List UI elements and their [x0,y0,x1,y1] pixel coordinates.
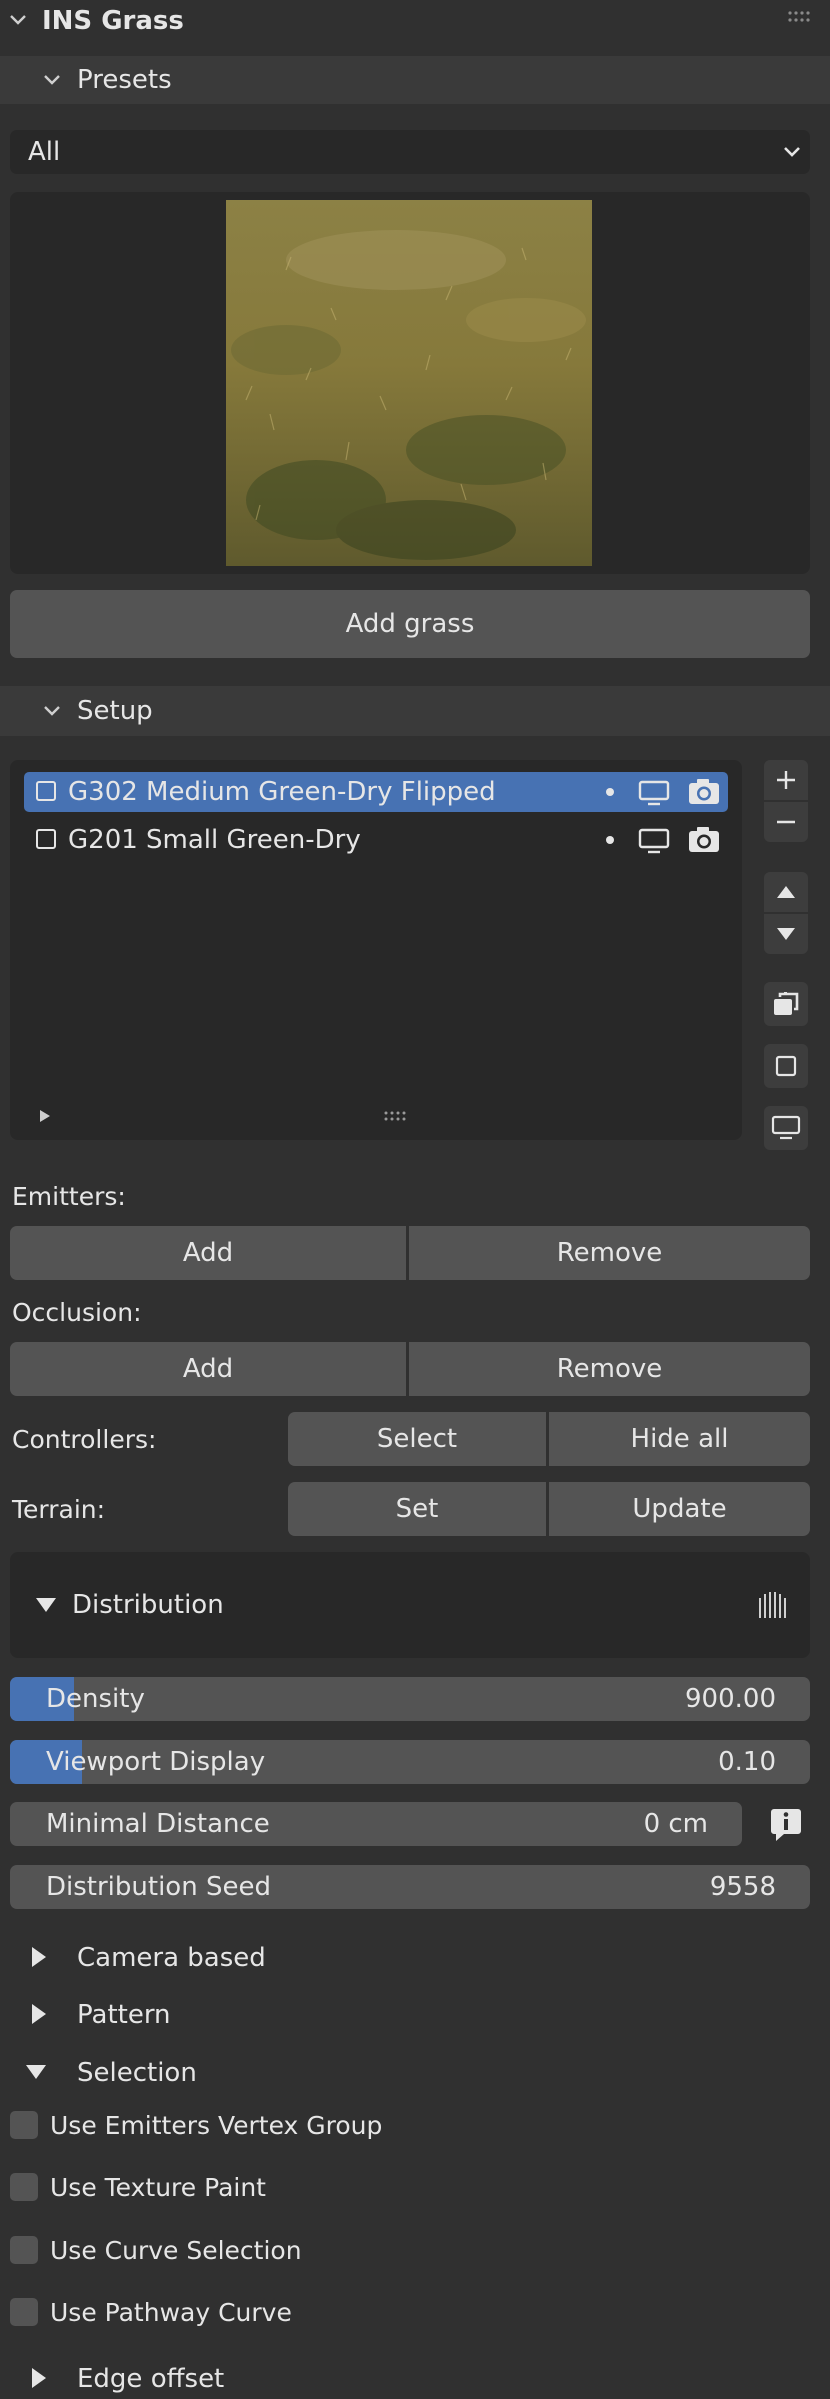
particles-icon [759,1592,786,1618]
move-up-button[interactable] [764,872,808,912]
controllers-select-button[interactable]: Select [288,1412,546,1466]
add-grass-button[interactable]: Add grass [10,590,810,658]
viewport-display-value: 0.10 [718,1747,776,1777]
collapse-triangle-icon [36,1598,56,1612]
list-side-toolbar [764,760,810,1160]
setup-title: Setup [77,696,153,726]
preset-filter-dropdown[interactable]: All [10,130,810,174]
expand-triangle-icon [32,2004,46,2024]
duplicate-button[interactable] [764,982,808,1026]
collapse-triangle-icon [26,2065,46,2079]
list-item-label: G302 Medium Green-Dry Flipped [68,777,496,807]
camera-based-subpanel-header[interactable]: Camera based [0,1935,830,1979]
info-icon[interactable] [770,1808,802,1842]
minimal-distance-field[interactable]: Minimal Distance 0 cm [10,1802,742,1846]
list-item[interactable]: G201 Small Green-Dry [24,820,728,860]
preset-preview-panel [10,192,810,574]
edge-offset-title: Edge offset [77,2364,225,2394]
checkbox[interactable] [10,2298,38,2326]
chevron-down-icon [10,15,26,25]
option-label: Use Curve Selection [50,2235,302,2265]
monitor-icon[interactable] [638,780,670,806]
emitters-remove-button[interactable]: Remove [409,1226,810,1280]
duplicate-icon [774,992,799,1015]
density-value: 900.00 [685,1684,776,1714]
list-item[interactable]: G302 Medium Green-Dry Flipped [24,772,728,812]
terrain-update-button[interactable]: Update [549,1482,810,1536]
add-item-button[interactable] [764,760,808,800]
viewport-display-label: Viewport Display [46,1747,266,1777]
monitor-icon[interactable] [638,828,670,854]
camera-icon[interactable] [688,778,720,806]
preset-filter-value: All [28,137,61,167]
occlusion-label: Occlusion: [12,1298,142,1327]
controllers-hide-all-button[interactable]: Hide all [549,1412,810,1466]
distribution-seed-label: Distribution Seed [46,1872,271,1902]
plus-icon [777,771,795,789]
arrow-up-icon [777,886,795,898]
terrain-set-button[interactable]: Set [288,1482,546,1536]
checkbox[interactable] [10,2236,38,2264]
list-item-label: G201 Small Green-Dry [68,825,361,855]
panel-header[interactable]: INS Grass [0,0,830,42]
viewport-display-slider[interactable]: Viewport Display 0.10 [10,1740,810,1784]
remove-item-button[interactable] [764,802,808,842]
density-slider[interactable]: Density 900.00 [10,1677,810,1721]
chevron-down-icon [44,75,60,85]
drag-handle-icon[interactable] [787,10,813,24]
use-pathway-curve-checkbox[interactable]: Use Pathway Curve [10,2295,610,2329]
option-label: Use Emitters Vertex Group [50,2110,383,2140]
expand-triangle-icon [32,2368,46,2388]
checkbox[interactable] [36,829,56,849]
grass-preview-image[interactable] [226,200,592,566]
grass-list: G302 Medium Green-Dry Flipped G201 Small… [10,760,742,1140]
camera-based-title: Camera based [77,1943,266,1973]
checkbox[interactable] [10,2173,38,2201]
option-label: Use Pathway Curve [50,2297,292,2327]
use-emitters-vertex-group-checkbox[interactable]: Use Emitters Vertex Group [10,2108,610,2142]
setup-header[interactable]: Setup [0,686,830,736]
expand-triangle-icon [32,1947,46,1967]
panel-title: INS Grass [42,6,184,36]
arrow-down-icon [777,928,795,940]
distribution-header[interactable]: Distribution [10,1552,810,1658]
dot-icon [606,836,614,844]
selection-subpanel-header[interactable]: Selection [0,2050,830,2094]
chevron-down-icon [784,147,800,157]
viewport-toggle-button[interactable] [764,1106,808,1150]
controllers-label: Controllers: [12,1424,157,1454]
square-icon [775,1055,797,1077]
occlusion-add-button[interactable]: Add [10,1342,406,1396]
monitor-icon [771,1115,801,1140]
presets-title: Presets [77,65,172,95]
checkbox[interactable] [10,2111,38,2139]
distribution-seed-field[interactable]: Distribution Seed 9558 [10,1865,810,1909]
chevron-down-icon [44,706,60,716]
dot-icon [606,788,614,796]
select-button[interactable] [764,1044,808,1088]
emitters-add-button[interactable]: Add [10,1226,406,1280]
option-label: Use Texture Paint [50,2172,266,2202]
occlusion-remove-button[interactable]: Remove [409,1342,810,1396]
move-down-button[interactable] [764,914,808,954]
use-curve-selection-checkbox[interactable]: Use Curve Selection [10,2233,610,2267]
minus-icon [777,820,795,824]
presets-header[interactable]: Presets [0,56,830,104]
edge-offset-subpanel-header[interactable]: Edge offset [0,2358,830,2398]
emitters-label: Emitters: [12,1182,126,1211]
camera-icon[interactable] [688,826,720,854]
resize-handle-icon[interactable] [383,1110,409,1122]
minimal-distance-label: Minimal Distance [46,1809,270,1839]
pattern-subpanel-header[interactable]: Pattern [0,1992,830,2036]
density-label: Density [46,1684,145,1714]
minimal-distance-value: 0 cm [643,1809,708,1839]
filter-expand-icon[interactable] [40,1110,50,1122]
distribution-title: Distribution [72,1590,224,1620]
selection-title: Selection [77,2058,197,2088]
distribution-seed-value: 9558 [709,1872,776,1902]
checkbox[interactable] [36,781,56,801]
terrain-label: Terrain: [12,1494,106,1524]
use-texture-paint-checkbox[interactable]: Use Texture Paint [10,2170,610,2204]
pattern-title: Pattern [77,2000,171,2030]
